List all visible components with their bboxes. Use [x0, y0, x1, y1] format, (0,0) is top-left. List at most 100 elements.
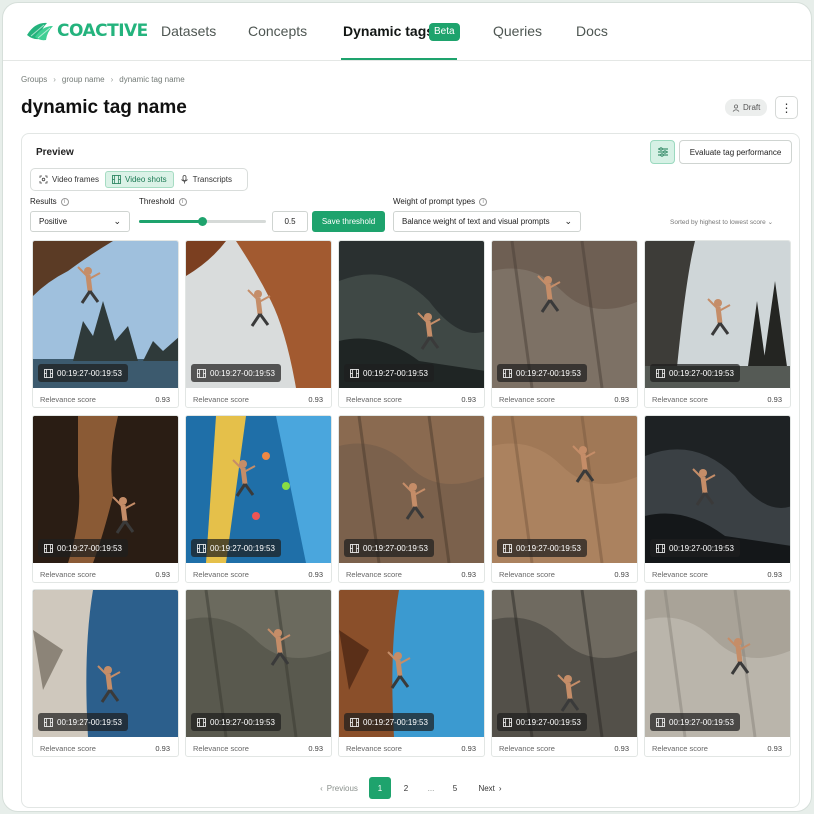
card-footer: Relevance score 0.93	[186, 563, 331, 582]
page-5-button[interactable]: 5	[444, 777, 466, 799]
sliders-icon	[657, 147, 668, 157]
page-2-button[interactable]: 2	[395, 777, 417, 799]
timecode-text: 00:19:27-00:19:53	[516, 368, 581, 378]
results-label-text: Results	[30, 197, 57, 206]
timecode-badge: 00:19:27-00:19:53	[191, 364, 281, 382]
video-shot-card[interactable]: 00:19:27-00:19:53 Relevance score 0.93	[185, 415, 332, 583]
chevron-down-icon: ⌄	[564, 216, 572, 226]
timecode-text: 00:19:27-00:19:53	[57, 543, 122, 553]
previous-page-button[interactable]: ‹ Previous	[314, 777, 364, 799]
tab-video-frames[interactable]: Video frames	[33, 171, 105, 188]
card-footer: Relevance score 0.93	[645, 563, 790, 582]
relevance-score: 0.93	[155, 395, 170, 404]
timecode-badge: 00:19:27-00:19:53	[497, 713, 587, 731]
breadcrumb-group-name[interactable]: group name	[62, 75, 105, 84]
results-value: Positive	[39, 217, 68, 226]
timecode-badge: 00:19:27-00:19:53	[344, 539, 434, 557]
nav-queries[interactable]: Queries	[493, 23, 542, 39]
video-shot-card[interactable]: 00:19:27-00:19:53 Relevance score 0.93	[644, 240, 791, 408]
breadcrumb-groups[interactable]: Groups	[21, 75, 47, 84]
threshold-label-text: Threshold	[139, 197, 175, 206]
film-icon	[44, 368, 53, 378]
tab-label: Video frames	[52, 175, 99, 184]
tab-transcripts[interactable]: Transcripts	[174, 171, 238, 188]
info-icon[interactable]: i	[178, 197, 187, 206]
film-icon	[350, 717, 359, 727]
film-icon	[44, 717, 53, 727]
more-options-button[interactable]: ⋮	[775, 96, 798, 119]
relevance-score: 0.93	[614, 570, 629, 579]
kebab-icon: ⋮	[780, 100, 793, 115]
chevron-right-icon: ›	[498, 783, 502, 793]
info-icon[interactable]: i	[60, 197, 69, 206]
film-icon	[656, 717, 665, 727]
timecode-badge: 00:19:27-00:19:53	[650, 539, 740, 557]
relevance-label: Relevance score	[40, 744, 96, 753]
relevance-score: 0.93	[308, 570, 323, 579]
video-shot-card[interactable]: 00:19:27-00:19:53 Relevance score 0.93	[185, 589, 332, 757]
video-shot-card[interactable]: 00:19:27-00:19:53 Relevance score 0.93	[32, 415, 179, 583]
video-shot-card[interactable]: 00:19:27-00:19:53 Relevance score 0.93	[185, 240, 332, 408]
info-icon[interactable]: i	[479, 197, 488, 206]
tab-label: Video shots	[125, 175, 167, 184]
relevance-label: Relevance score	[499, 744, 555, 753]
timecode-badge: 00:19:27-00:19:53	[191, 713, 281, 731]
relevance-score: 0.93	[461, 570, 476, 579]
video-shot-card[interactable]: 00:19:27-00:19:53 Relevance score 0.93	[32, 589, 179, 757]
pagination: ‹ Previous 1 2 ... 5 Next ›	[22, 777, 799, 799]
relevance-score: 0.93	[767, 395, 782, 404]
timecode-text: 00:19:27-00:19:53	[669, 717, 734, 727]
page-1-button[interactable]: 1	[369, 777, 391, 799]
relevance-score: 0.93	[155, 570, 170, 579]
card-footer: Relevance score 0.93	[645, 388, 790, 407]
card-footer: Relevance score 0.93	[33, 737, 178, 756]
brand-logo[interactable]: COACTIVE	[25, 20, 148, 42]
tab-video-shots[interactable]: Video shots	[105, 171, 174, 188]
relevance-label: Relevance score	[499, 395, 555, 404]
card-footer: Relevance score 0.93	[339, 563, 484, 582]
video-shot-card[interactable]: 00:19:27-00:19:53 Relevance score 0.93	[338, 589, 485, 757]
video-shot-card[interactable]: 00:19:27-00:19:53 Relevance score 0.93	[491, 589, 638, 757]
video-shot-card[interactable]: 00:19:27-00:19:53 Relevance score 0.93	[644, 415, 791, 583]
relevance-label: Relevance score	[652, 744, 708, 753]
threshold-input[interactable]: 0.5	[272, 211, 308, 232]
video-shot-card[interactable]: 00:19:27-00:19:53 Relevance score 0.93	[32, 240, 179, 408]
panel-title: Preview	[36, 147, 74, 158]
filter-settings-button[interactable]	[650, 140, 675, 164]
slider-handle[interactable]	[198, 217, 207, 226]
save-threshold-button[interactable]: Save threshold	[312, 211, 385, 232]
film-icon	[503, 717, 512, 727]
relevance-score: 0.93	[614, 395, 629, 404]
video-shot-card[interactable]: 00:19:27-00:19:53 Relevance score 0.93	[338, 415, 485, 583]
card-footer: Relevance score 0.93	[492, 737, 637, 756]
previous-label: Previous	[326, 783, 358, 793]
breadcrumb-current: dynamic tag name	[119, 75, 185, 84]
evaluate-tag-button[interactable]: Evaluate tag performance	[679, 140, 792, 164]
relevance-label: Relevance score	[499, 570, 555, 579]
video-shot-card[interactable]: 00:19:27-00:19:53 Relevance score 0.93	[491, 415, 638, 583]
weight-select[interactable]: Balance weight of text and visual prompt…	[393, 211, 581, 232]
film-icon	[44, 543, 53, 553]
video-shot-card[interactable]: 00:19:27-00:19:53 Relevance score 0.93	[338, 240, 485, 408]
threshold-slider[interactable]	[139, 217, 266, 226]
results-select[interactable]: Positive ⌄	[30, 211, 130, 232]
chevron-right-icon: ›	[110, 75, 114, 84]
relevance-label: Relevance score	[346, 570, 402, 579]
active-nav-indicator	[341, 58, 457, 60]
film-icon	[503, 368, 512, 378]
nav-dynamic-tags[interactable]: Dynamic tags	[343, 23, 434, 39]
relevance-label: Relevance score	[346, 744, 402, 753]
timecode-text: 00:19:27-00:19:53	[210, 717, 275, 727]
video-shot-card[interactable]: 00:19:27-00:19:53 Relevance score 0.93	[491, 240, 638, 408]
next-page-button[interactable]: Next ›	[470, 777, 510, 799]
weight-label-text: Weight of prompt types	[393, 197, 476, 206]
video-shot-card[interactable]: 00:19:27-00:19:53 Relevance score 0.93	[644, 589, 791, 757]
chevron-left-icon: ‹	[320, 783, 323, 793]
nav-docs[interactable]: Docs	[576, 23, 608, 39]
breadcrumb: Groups › group name › dynamic tag name	[21, 75, 185, 84]
nav-datasets[interactable]: Datasets	[161, 23, 216, 39]
sort-dropdown[interactable]: Sorted by highest to lowest score ⌄	[670, 218, 773, 226]
brand-name: COACTIVE	[57, 21, 148, 41]
nav-concepts[interactable]: Concepts	[248, 23, 307, 39]
timecode-text: 00:19:27-00:19:53	[516, 543, 581, 553]
